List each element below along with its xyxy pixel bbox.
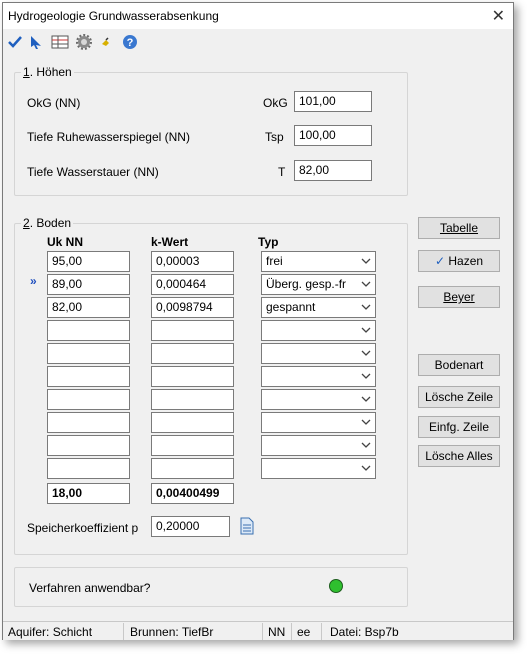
hoehen-legend: 1. Höhen xyxy=(21,65,74,79)
status-brunnen: Brunnen: TiefBr xyxy=(130,625,214,639)
help-icon[interactable]: ? xyxy=(121,33,139,51)
speicherkoeffizient-field[interactable]: 0,20000 xyxy=(151,516,230,537)
k-wert-cell[interactable] xyxy=(151,320,234,341)
uk-nn-cell[interactable] xyxy=(47,435,130,456)
okg-field[interactable]: 101,00 xyxy=(294,91,372,112)
typ-select[interactable] xyxy=(261,343,376,364)
wasserstauer-label: Tiefe Wasserstauer (NN) xyxy=(27,165,159,179)
k-wert-cell[interactable] xyxy=(151,389,234,410)
okg-label: OkG (NN) xyxy=(27,96,81,110)
table-icon[interactable] xyxy=(51,33,69,51)
hazen-button[interactable]: ✓ Hazen xyxy=(418,250,500,272)
uk-nn-cell[interactable]: 82,00 xyxy=(47,297,130,318)
k-wert-cell[interactable] xyxy=(151,435,234,456)
typ-select[interactable] xyxy=(261,458,376,479)
chevron-down-icon xyxy=(361,442,371,448)
boden-legend: 2. Boden xyxy=(21,216,74,230)
k-wert-cell[interactable] xyxy=(151,343,234,364)
typ-select[interactable] xyxy=(261,366,376,387)
verfahren-label: Verfahren anwendbar? xyxy=(29,581,151,595)
typ-select[interactable]: gespannt xyxy=(261,297,376,318)
uk-nn-cell[interactable] xyxy=(47,389,130,410)
uk-nn-cell[interactable] xyxy=(47,343,130,364)
chevron-down-icon xyxy=(361,258,371,264)
hand-icon[interactable] xyxy=(97,33,115,51)
uk-nn-cell[interactable]: 89,00 xyxy=(47,274,130,295)
pointer-icon[interactable] xyxy=(27,33,45,51)
status-led-icon xyxy=(329,579,343,593)
tabelle-button[interactable]: Tabelle xyxy=(418,217,500,239)
tsp-field[interactable]: 100,00 xyxy=(294,125,372,146)
beyer-button[interactable]: Beyer xyxy=(418,286,500,308)
ruhewasserspiegel-label: Tiefe Ruhewasserspiegel (NN) xyxy=(27,130,190,144)
loesche-zeile-button[interactable]: Lösche Zeile xyxy=(418,386,500,408)
chevron-down-icon xyxy=(361,327,371,333)
toolbar: ? xyxy=(3,30,513,54)
chevron-down-icon xyxy=(361,304,371,310)
document-icon[interactable] xyxy=(240,517,254,538)
typ-select-value: gespannt xyxy=(266,300,316,314)
status-datei: Datei: Bsp7b xyxy=(330,625,399,639)
k-wert-cell[interactable]: 0,000464 xyxy=(151,274,234,295)
chevron-down-icon xyxy=(361,373,371,379)
typ-select[interactable] xyxy=(261,412,376,433)
status-nn: NN xyxy=(268,625,286,639)
chevron-down-icon xyxy=(361,350,371,356)
typ-select[interactable] xyxy=(261,435,376,456)
tsp-symbol: Tsp xyxy=(265,130,284,144)
k-wert-cell[interactable]: 0,0098794 xyxy=(151,297,234,318)
close-button[interactable]: ✕ xyxy=(492,6,505,26)
typ-select[interactable] xyxy=(261,320,376,341)
k-wert-cell[interactable] xyxy=(151,412,234,433)
uk-nn-cell[interactable]: 95,00 xyxy=(47,251,130,272)
k-wert-header: k-Wert xyxy=(151,235,189,249)
dialog-window: Hydrogeologie Grundwasserabsenkung ✕ ? 1… xyxy=(2,2,514,640)
k-wert-cell[interactable]: 0,00003 xyxy=(151,251,234,272)
status-ee: ee xyxy=(297,625,311,639)
svg-text:?: ? xyxy=(127,37,134,49)
k-wert-cell[interactable] xyxy=(151,366,234,387)
uk-nn-cell[interactable] xyxy=(47,366,130,387)
chevron-down-icon xyxy=(361,281,371,287)
gear-icon[interactable] xyxy=(75,33,93,51)
typ-select[interactable] xyxy=(261,389,376,410)
window-title: Hydrogeologie Grundwasserabsenkung xyxy=(8,9,219,23)
chevron-down-icon xyxy=(361,419,371,425)
checkmark-icon[interactable] xyxy=(6,33,24,51)
uk-nn-header: Uk NN xyxy=(47,235,84,249)
uk-total-field: 18,00 xyxy=(47,483,130,504)
typ-header: Typ xyxy=(258,235,279,249)
k-wert-cell[interactable] xyxy=(151,458,234,479)
t-field[interactable]: 82,00 xyxy=(294,160,372,181)
current-row-marker: » xyxy=(30,274,37,288)
okg-symbol: OkG xyxy=(263,96,288,110)
speicherkoeffizient-label: Speicherkoeffizient p xyxy=(27,521,139,535)
loesche-alles-button[interactable]: Lösche Alles xyxy=(418,445,500,467)
einfg-zeile-button[interactable]: Einfg. Zeile xyxy=(418,416,500,438)
bodenart-button[interactable]: Bodenart xyxy=(418,354,500,376)
typ-select-value: Überg. gesp.-fr xyxy=(266,277,347,291)
typ-select-value: frei xyxy=(266,254,283,268)
hazen-check-icon: ✓ xyxy=(434,254,446,268)
status-aquifer: Aquifer: Schicht xyxy=(8,625,93,639)
chevron-down-icon xyxy=(361,465,371,471)
typ-select[interactable]: frei xyxy=(261,251,376,272)
chevron-down-icon xyxy=(361,396,371,402)
typ-select[interactable]: Überg. gesp.-fr xyxy=(261,274,376,295)
uk-nn-cell[interactable] xyxy=(47,412,130,433)
title-bar: Hydrogeologie Grundwasserabsenkung ✕ xyxy=(3,3,513,29)
uk-nn-cell[interactable] xyxy=(47,320,130,341)
k-total-field: 0,00400499 xyxy=(151,483,234,504)
status-bar: Aquifer: Schicht Brunnen: TiefBr NN ee D… xyxy=(3,621,513,640)
t-symbol: T xyxy=(278,165,286,179)
uk-nn-cell[interactable] xyxy=(47,458,130,479)
